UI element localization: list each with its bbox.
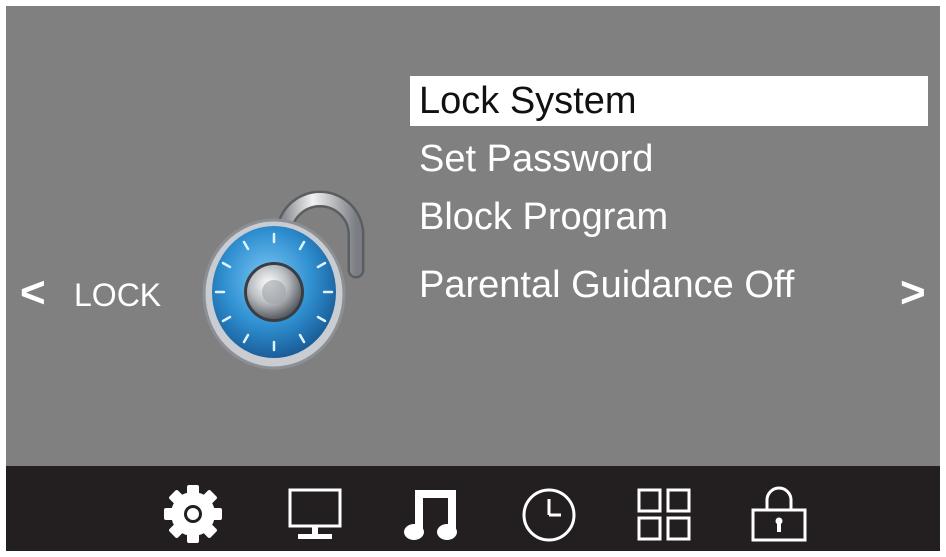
menu-item-block-program[interactable]: Block Program (410, 192, 928, 242)
menu-item-set-password[interactable]: Set Password (410, 134, 928, 184)
tab-time[interactable] (514, 484, 584, 544)
next-section-arrow[interactable]: > (900, 271, 926, 315)
lock-menu-panel: < LOCK Lock System Set Password Block Pr… (6, 6, 940, 466)
clock-icon (522, 488, 576, 542)
tab-sound[interactable] (398, 484, 468, 544)
section-label: LOCK (74, 277, 162, 313)
music-note-icon (404, 490, 457, 540)
tab-lock[interactable] (744, 484, 814, 544)
osd-screen: < LOCK Lock System Set Password Block Pr… (6, 6, 940, 551)
tab-setup[interactable] (630, 484, 700, 544)
lock-icon (751, 486, 807, 542)
tab-settings[interactable] (158, 484, 228, 544)
lock-menu-list: Lock System Set Password Block Program P… (410, 76, 928, 310)
padlock-icon (202, 190, 365, 370)
previous-section-arrow[interactable]: < (20, 271, 46, 315)
menu-item-lock-system[interactable]: Lock System (410, 76, 928, 126)
tab-picture[interactable] (280, 484, 350, 544)
monitor-icon (288, 488, 342, 539)
gear-icon (164, 485, 222, 543)
menu-item-parental-guidance[interactable]: Parental Guidance Off (410, 260, 928, 310)
grid-icon (637, 488, 691, 541)
bottom-tab-bar (6, 466, 940, 551)
